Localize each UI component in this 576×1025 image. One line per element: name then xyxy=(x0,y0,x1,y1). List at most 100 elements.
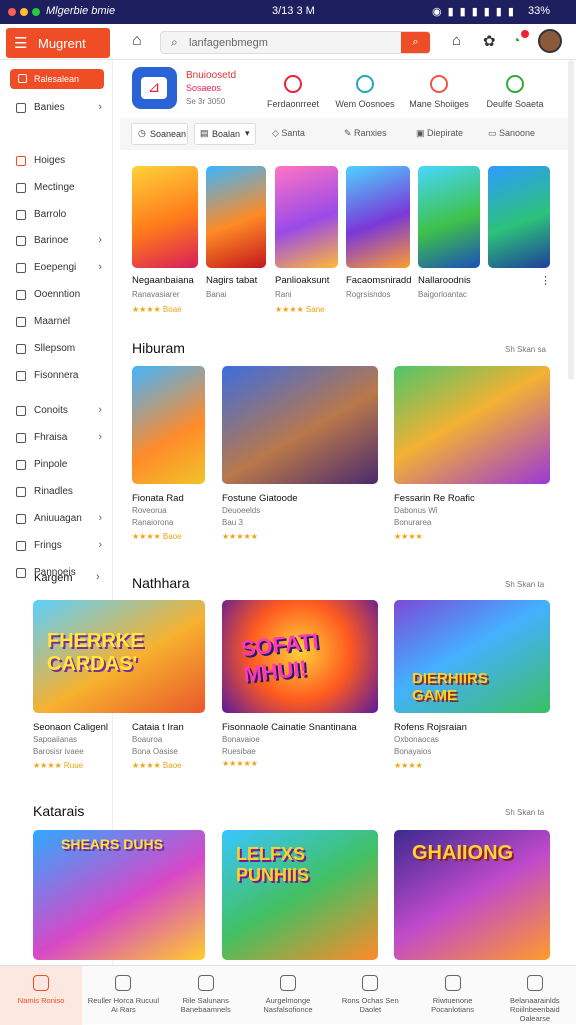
sidebar-item[interactable]: Hoiges xyxy=(12,151,108,171)
sidebar-item[interactable]: Banies › xyxy=(12,98,108,118)
quick-action-friends[interactable]: Ferdaonrreet xyxy=(262,75,324,109)
bottom-nav-item[interactable]: Rons Ochas Sen Daolet xyxy=(329,966,411,1025)
bottom-nav-item[interactable]: Rile Salunans Banebaamnels xyxy=(165,966,247,1025)
sidebar-item-label: Frings xyxy=(34,540,62,551)
search-input[interactable]: ⌕ lanfagenbmegm ⌕ xyxy=(160,31,430,54)
games-icon xyxy=(356,75,374,93)
quick-action-games[interactable]: Wem Oosnoes xyxy=(334,75,396,109)
filter-tab[interactable]: ▭ Sanoone xyxy=(488,128,535,139)
minimize-dot[interactable] xyxy=(20,8,28,16)
sidebar-item[interactable]: Ooenntion xyxy=(12,285,108,305)
bottom-nav-item[interactable]: Reuller Horca Rucuul Ai Rars xyxy=(82,966,164,1025)
filter-tab[interactable]: ◇ Santa xyxy=(272,128,305,139)
user-icon xyxy=(526,975,543,991)
brand-badge[interactable]: ☰ Mugrent xyxy=(6,28,110,58)
close-dot[interactable] xyxy=(8,8,16,16)
sidebar-item[interactable]: Fhraisa › xyxy=(12,428,108,448)
tile-name: Facaomsniradd xyxy=(346,275,412,286)
game-tile[interactable]: SOFATI MHUI! xyxy=(222,600,378,713)
puzzle-icon[interactable]: ✿ xyxy=(483,32,496,50)
game-tile[interactable]: SHEARS DUHS xyxy=(33,830,205,960)
sidebar-item-label: Maarnel xyxy=(34,316,71,327)
game-tile[interactable]: GHAIIONG xyxy=(394,830,550,960)
sidebar-item-icon xyxy=(16,568,26,578)
game-tile[interactable] xyxy=(132,166,198,268)
filter-tab[interactable]: ✎ Ranxies xyxy=(344,128,387,139)
card-sub: Bonayaios xyxy=(394,747,432,756)
sidebar-item[interactable]: Eoepengi › xyxy=(12,258,108,278)
rating-stars: ★★★★ Sane xyxy=(275,305,325,314)
bottom-nav-item[interactable]: Namis Roniso xyxy=(0,966,83,1025)
chevron-right-icon[interactable]: › xyxy=(96,571,100,583)
sidebar-item[interactable]: Barrolo xyxy=(12,205,108,225)
sidebar-item[interactable]: Fisonnera xyxy=(12,366,108,386)
game-tile[interactable] xyxy=(488,166,550,268)
game-tile[interactable] xyxy=(206,166,266,268)
see-all-link[interactable]: Sh Skan sa xyxy=(505,345,546,354)
sidebar-item-icon xyxy=(16,156,26,166)
notification-icon[interactable]: ◔ xyxy=(512,32,520,48)
chevron-right-icon: › xyxy=(98,431,102,443)
sidebar-item[interactable]: Pinpole xyxy=(12,455,108,475)
heart-icon xyxy=(362,975,379,991)
tile-name: Nagirs tabat xyxy=(206,275,258,286)
badge-icon xyxy=(279,975,296,991)
quick-action-history[interactable]: Mane Shoiiges xyxy=(408,75,470,109)
sidebar-item[interactable]: Frings › xyxy=(12,536,108,556)
sidebar-item[interactable]: Rinadles xyxy=(12,482,108,502)
rating-stars: ★★★★ Baoe xyxy=(132,761,182,770)
tile-logo-text: LELFXS PUNHIIS xyxy=(236,844,310,885)
notification-badge xyxy=(521,30,529,38)
game-tile[interactable] xyxy=(275,166,338,268)
featured-app-icon[interactable]: ⊿ xyxy=(132,67,177,109)
sidebar-item-label: Pinpole xyxy=(34,459,68,470)
sidebar-item-label: Eoepengi xyxy=(34,262,77,273)
sidebar-item-icon xyxy=(16,460,26,470)
store-icon[interactable]: ⌂ xyxy=(452,32,461,49)
bottom-nav-item[interactable]: Aurgelmonge Nasfalsofionce xyxy=(247,966,329,1025)
sidebar-pinned[interactable]: Ralesalean xyxy=(10,69,104,89)
game-tile[interactable] xyxy=(346,166,410,268)
sidebar-item[interactable]: Aniuuagan › xyxy=(12,509,108,529)
sidebar-item[interactable]: Maarnel xyxy=(12,312,108,332)
chevron-right-icon: › xyxy=(98,234,102,246)
card-sub: Sapoaiianas xyxy=(33,735,78,744)
sidebar-item[interactable]: Barinoe › xyxy=(12,231,108,251)
see-all-link[interactable]: Sh Skan ta xyxy=(505,808,544,817)
sidebar-footer-label: Kargem xyxy=(34,572,73,584)
sidebar-item-label: Banies xyxy=(34,102,65,113)
bottom-nav-label: Rons Ochas Sen Daolet xyxy=(341,996,399,1014)
home-icon[interactable]: ⌂ xyxy=(132,32,142,50)
filter-dropdown[interactable]: ▤ Boalan ▾ xyxy=(194,123,256,145)
window-controls[interactable] xyxy=(8,8,40,16)
tile-sub: Ranavasiarer xyxy=(132,290,180,299)
sidebar-item[interactable]: Sllepsom xyxy=(12,339,108,359)
featured-logo-icon: ⊿ xyxy=(141,77,167,99)
filter-tab-label: Ranxies xyxy=(354,128,387,138)
game-tile[interactable]: LELFXS PUNHIIS xyxy=(222,830,378,960)
filter-button[interactable]: ◷ Soanean xyxy=(131,123,188,145)
more-options-icon[interactable]: ⋮ xyxy=(540,274,551,287)
chevron-right-icon: › xyxy=(98,512,102,524)
scrollbar[interactable] xyxy=(568,60,574,380)
avatar[interactable] xyxy=(538,29,562,53)
sidebar-item[interactable]: Mectinge xyxy=(12,178,108,198)
search-button[interactable]: ⌕ xyxy=(401,32,430,53)
game-tile[interactable] xyxy=(394,366,550,484)
filter-tab[interactable]: ▣ Diepirate xyxy=(416,128,463,139)
game-tile[interactable] xyxy=(222,366,378,484)
game-tile[interactable] xyxy=(132,366,205,484)
sidebar-item-label: Hoiges xyxy=(34,155,66,166)
quick-action-saved[interactable]: Deulfe Soaeta xyxy=(484,75,546,109)
sidebar-item[interactable]: Conoits › xyxy=(12,401,108,421)
rating-stars: ★★★★ xyxy=(394,532,423,541)
maximize-dot[interactable] xyxy=(32,8,40,16)
see-all-link[interactable]: Sh Skan ta xyxy=(505,580,544,589)
game-tile[interactable] xyxy=(418,166,480,268)
game-tile[interactable]: FHERRKE CARDAS' xyxy=(33,600,205,713)
tile-sub: Rani xyxy=(275,290,292,299)
menu-icon[interactable]: ☰ xyxy=(14,34,27,52)
bottom-nav-item[interactable]: Riwtuenone Pocanlotians xyxy=(411,966,493,1025)
game-tile[interactable]: DIERHIIRS GAME xyxy=(394,600,550,713)
bottom-nav-item[interactable]: Belanaarainlds Roiilnbeenbaid Oalearse xyxy=(494,966,576,1025)
